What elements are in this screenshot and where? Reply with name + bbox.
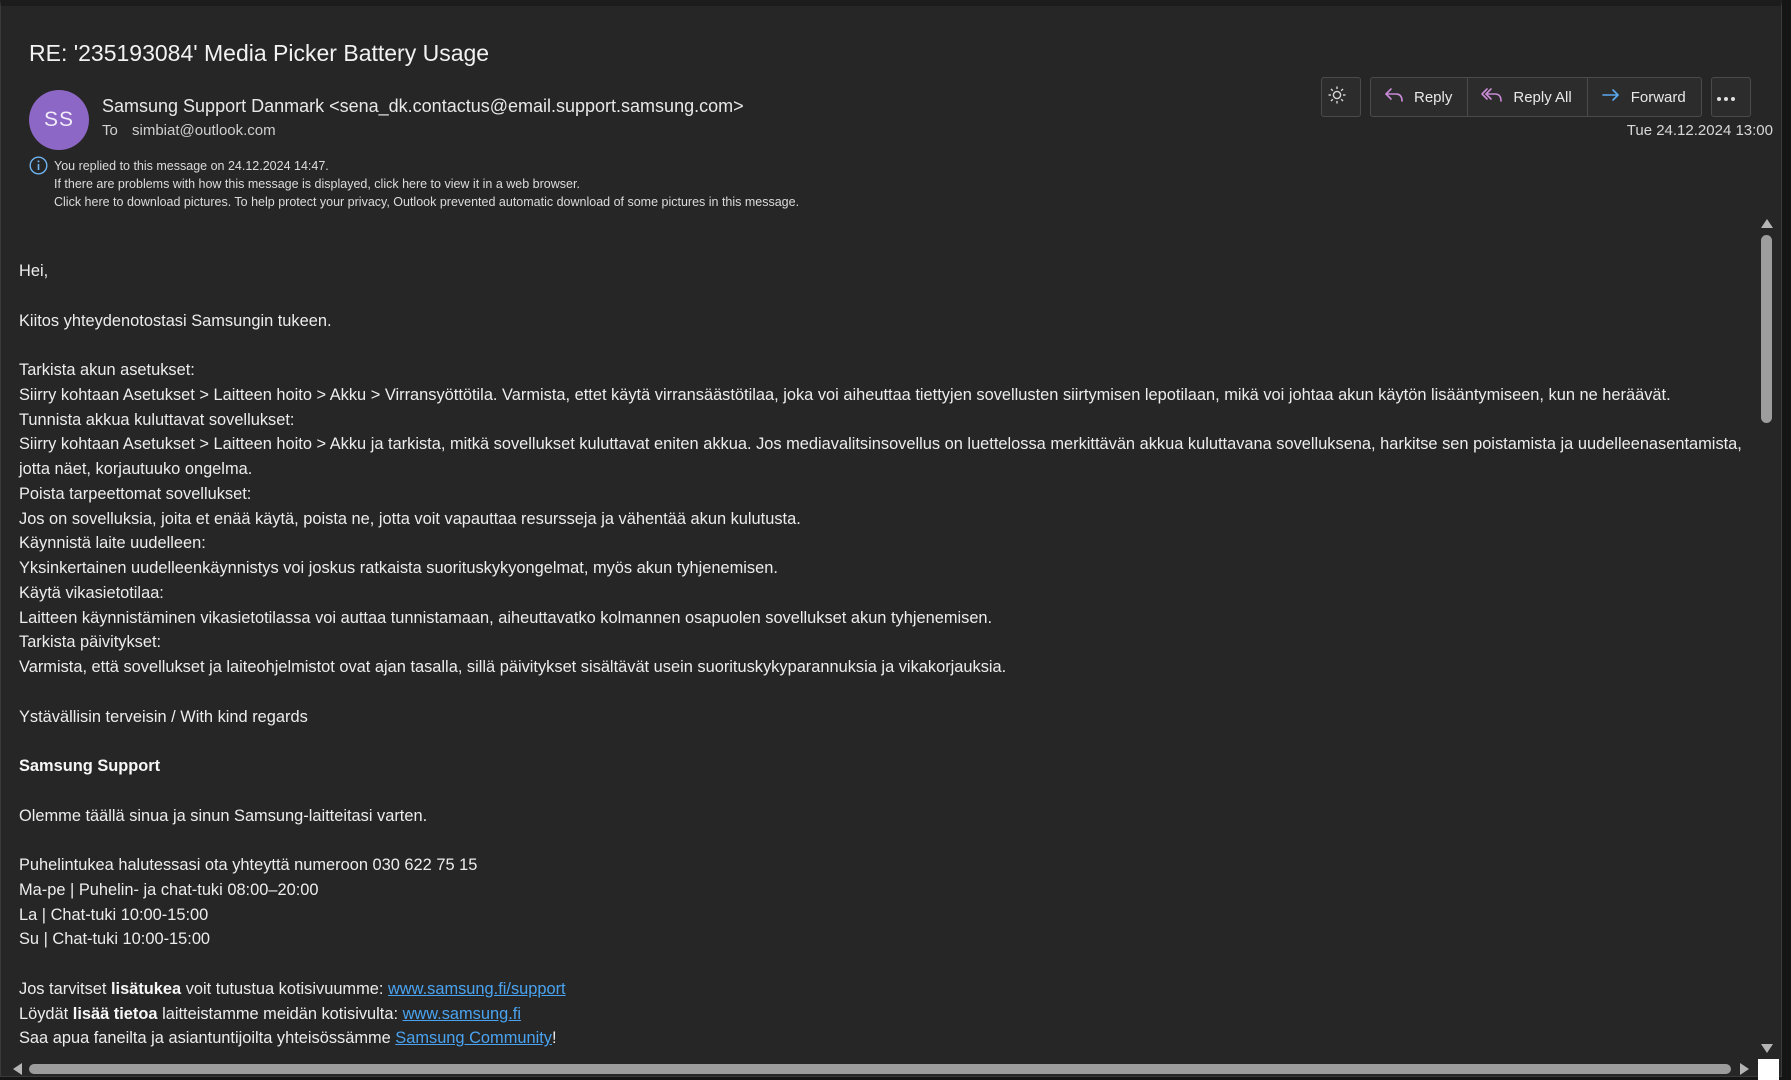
- email-reading-pane: RE: '235193084' Media Picker Battery Usa…: [0, 0, 1782, 1080]
- support-bold: lisätukea: [111, 979, 182, 998]
- forward-label: Forward: [1630, 88, 1686, 106]
- message-toolbar: Reply Reply All Forward: [1321, 77, 1751, 117]
- step-heading: Tarkista akun asetukset:: [19, 361, 195, 379]
- reply-all-button[interactable]: Reply All: [1468, 77, 1588, 117]
- reply-all-label: Reply All: [1513, 88, 1572, 106]
- info-text: Löydät: [19, 1004, 73, 1023]
- reply-button-group: Reply Reply All Forward: [1370, 77, 1702, 117]
- reply-all-icon: [1480, 85, 1513, 109]
- hours-line: Su | Chat-tuki 10:00-15:00: [19, 930, 211, 949]
- step-text: Varmista, että sovellukset ja laiteohjel…: [19, 658, 1007, 676]
- scroll-up-arrow-icon[interactable]: [1761, 219, 1773, 228]
- horizontal-scrollbar[interactable]: [9, 1059, 1753, 1079]
- support-link-line: Jos tarvitset lisätukea voit tutustua ko…: [19, 977, 1749, 1002]
- step-heading: Poista tarpeettomat sovellukset:: [19, 484, 252, 503]
- step-text: Yksinkertainen uudelleenkäynnistys voi j…: [19, 559, 778, 577]
- step-heading: Käytä vikasietotilaa:: [19, 583, 164, 602]
- tagline: Olemme täällä sinua ja sinun Samsung-lai…: [19, 806, 428, 825]
- email-subject: RE: '235193084' Media Picker Battery Usa…: [29, 40, 490, 66]
- info-icon: [29, 156, 54, 175]
- community-link-line: Saa apua faneilta ja asiantuntijoilta yh…: [19, 1026, 1749, 1051]
- reply-icon: [1383, 85, 1414, 109]
- step-heading: Tunnista akkua kuluttavat sovellukset:: [19, 410, 295, 429]
- reply-label: Reply: [1414, 88, 1453, 106]
- sender-name[interactable]: Samsung Support Danmark <sena_dk.contact…: [102, 96, 744, 117]
- forward-icon: [1600, 85, 1631, 109]
- view-in-browser-link[interactable]: If there are problems with how this mess…: [54, 175, 580, 193]
- community-exclaim: !: [551, 1029, 557, 1048]
- community-link[interactable]: Samsung Community: [395, 1029, 552, 1047]
- step-heading: Tarkista päivitykset:: [19, 633, 162, 652]
- to-label: To: [102, 122, 118, 139]
- step-text: Siirry kohtaan Asetukset > Laitteen hoit…: [19, 385, 1671, 404]
- vertical-scroll-thumb[interactable]: [1761, 235, 1772, 423]
- recipient-line: To simbiat@outlook.com: [102, 122, 276, 139]
- info-link-line: Löydät lisää tietoa laitteistamme meidän…: [19, 1002, 1749, 1027]
- info-bar: You replied to this message on 24.12.202…: [29, 156, 799, 211]
- info-row-pictures: Click here to download pictures. To help…: [29, 193, 799, 211]
- info-text-mid: laitteistamme meidän kotisivulta:: [157, 1004, 403, 1023]
- step-text: Siirry kohtaan Asetukset > Laitteen hoit…: [19, 435, 1742, 478]
- sender-avatar[interactable]: SS: [29, 90, 89, 150]
- vertical-scrollbar[interactable]: [1757, 217, 1777, 1055]
- more-horizontal-icon: [1716, 89, 1745, 106]
- regards-line: Ystävällisin terveisin / With kind regar…: [19, 707, 308, 726]
- support-text-mid: voit tutustua kotisivuumme:: [181, 979, 388, 998]
- scroll-down-arrow-icon[interactable]: [1761, 1044, 1773, 1053]
- message-body: Hei, Kiitos yhteydenotostasi Samsungin t…: [19, 259, 1749, 1051]
- download-pictures-link[interactable]: Click here to download pictures. To help…: [54, 193, 799, 211]
- thanks-line: Kiitos yhteydenotostasi Samsungin tukeen…: [19, 311, 332, 330]
- recipient-address[interactable]: simbiat@outlook.com: [132, 122, 276, 139]
- signature-name: Samsung Support: [19, 754, 1749, 779]
- support-page-link[interactable]: www.samsung.fi/support: [388, 980, 566, 998]
- replied-notice: You replied to this message on 24.12.202…: [54, 158, 329, 173]
- info-row-browser: If there are problems with how this mess…: [29, 175, 799, 193]
- theme-toggle-button[interactable]: [1321, 77, 1361, 117]
- hours-line: Ma-pe | Puhelin- ja chat-tuki 08:00–20:0…: [19, 880, 319, 899]
- horizontal-scroll-thumb[interactable]: [29, 1064, 1731, 1074]
- step-text: Jos on sovelluksia, joita et enää käytä,…: [19, 509, 801, 528]
- info-row-replied: You replied to this message on 24.12.202…: [29, 156, 799, 175]
- reply-button[interactable]: Reply: [1370, 77, 1469, 117]
- homepage-link[interactable]: www.samsung.fi: [403, 1005, 521, 1023]
- step-heading: Käynnistä laite uudelleen:: [19, 534, 206, 553]
- info-bold: lisää tietoa: [72, 1004, 158, 1023]
- more-actions-button[interactable]: [1710, 77, 1751, 117]
- signature-bold: Samsung Support: [19, 757, 161, 775]
- scroll-left-arrow-icon[interactable]: [13, 1063, 22, 1075]
- phone-support-line: Puhelintukea halutessasi ota yhteyttä nu…: [19, 856, 478, 874]
- support-text: Jos tarvitset: [19, 979, 111, 998]
- scroll-right-arrow-icon[interactable]: [1740, 1063, 1749, 1075]
- sent-date: Tue 24.12.2024 13:00: [1626, 122, 1773, 139]
- hours-line: La | Chat-tuki 10:00-15:00: [19, 905, 209, 924]
- step-text: Laitteen käynnistäminen vikasietotilassa…: [19, 608, 993, 627]
- greeting: Hei,: [19, 262, 49, 280]
- forward-button[interactable]: Forward: [1587, 77, 1702, 117]
- community-text: Saa apua faneilta ja asiantuntijoilta yh…: [19, 1029, 396, 1048]
- sun-icon: [1327, 85, 1356, 109]
